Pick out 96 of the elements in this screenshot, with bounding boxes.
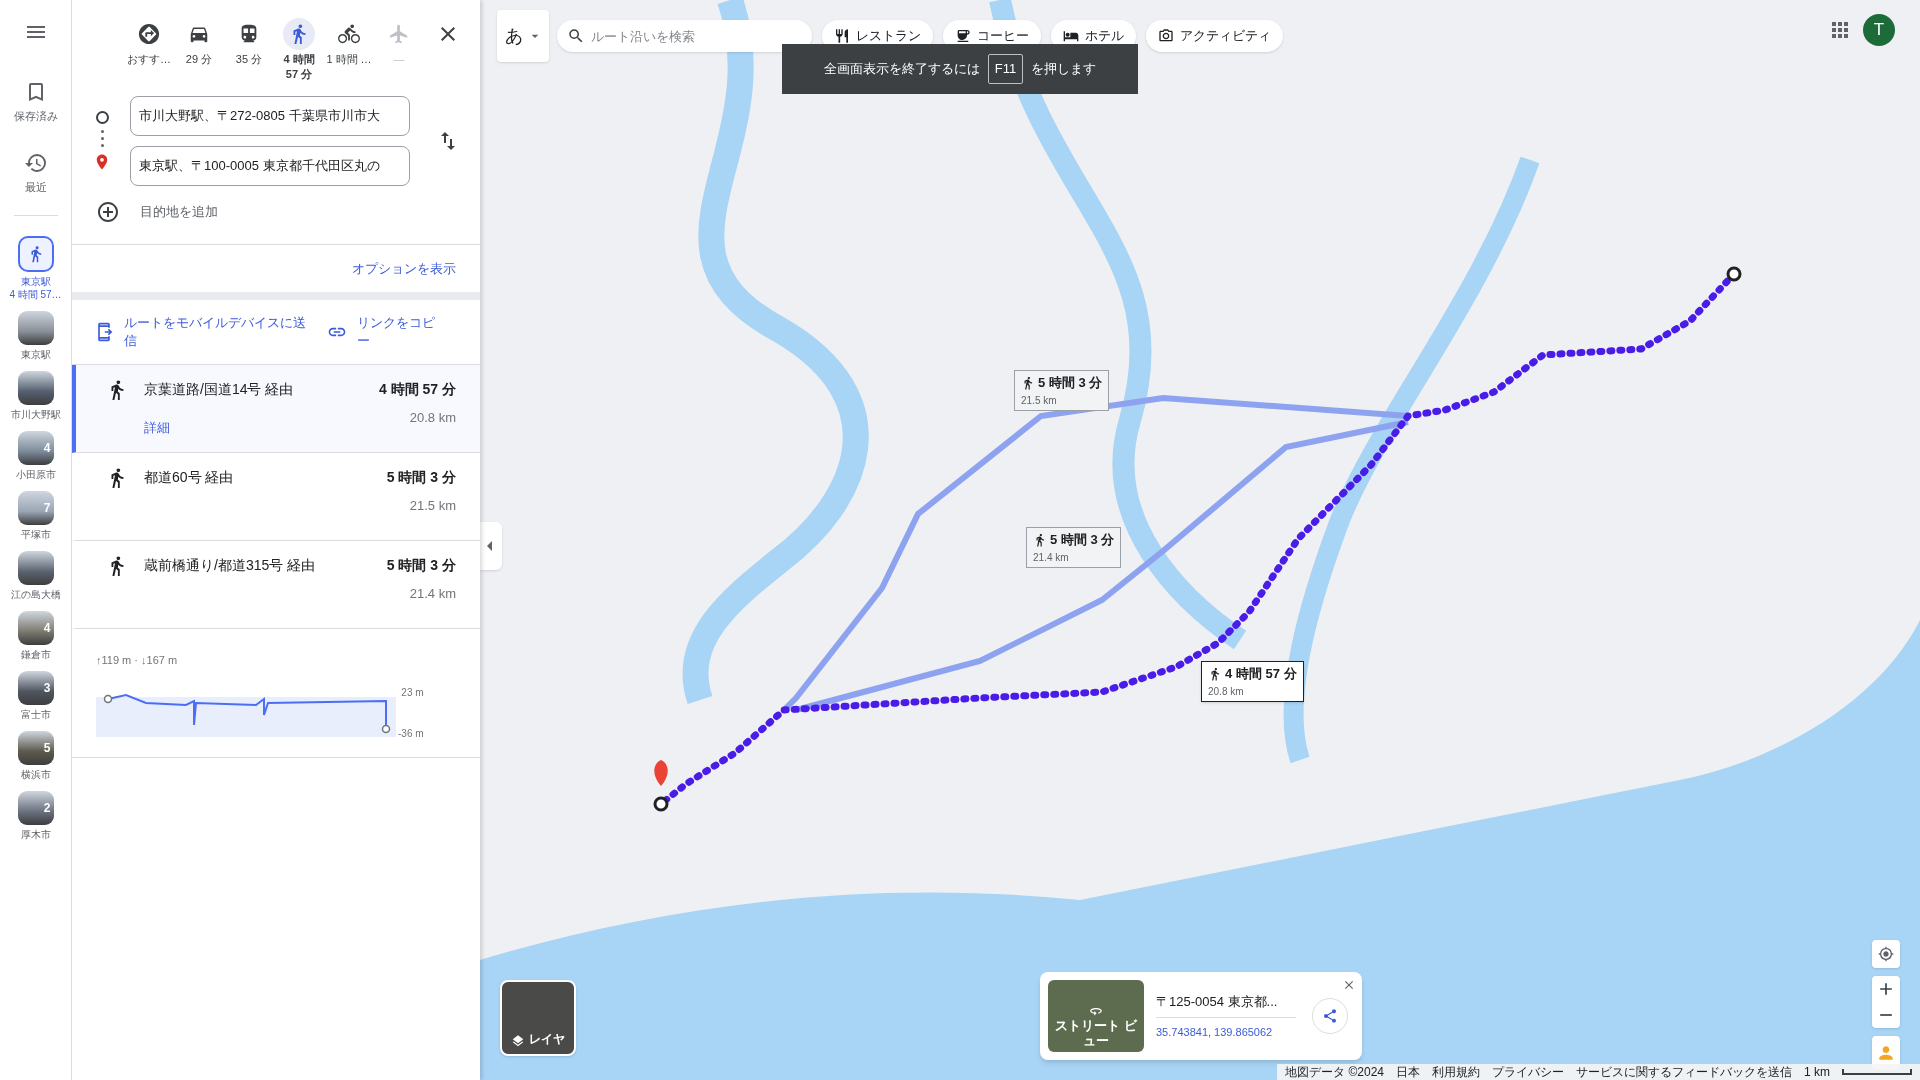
destination-field[interactable]: 東京駅、〒100-0005 東京都千代田区丸の xyxy=(130,146,410,186)
toast-text: を押します xyxy=(1031,60,1097,79)
route-label-duration: 5 時間 3 分 xyxy=(1050,531,1115,549)
place-thumbnail[interactable]: 5 xyxy=(17,731,54,765)
route-distance: 21.5 km xyxy=(409,497,456,515)
footer-link[interactable]: サービスに関するフィードバックを送信 xyxy=(1576,1063,1792,1080)
my-location-button[interactable] xyxy=(1872,940,1900,968)
route-via: 都道60号 経由 xyxy=(144,468,234,487)
recent-label[interactable]: 4 時間 57… xyxy=(9,288,62,301)
route-time-label[interactable]: 4 時間 57 分 20.8 km xyxy=(1201,661,1304,702)
travel-mode-tab[interactable]: 35 分 xyxy=(226,18,272,82)
recent-label[interactable]: 小田原市 xyxy=(15,468,56,481)
place-thumbnail[interactable] xyxy=(17,551,54,585)
send-to-mobile-link[interactable]: ルートをモバイルデバイスに送信 xyxy=(124,314,309,350)
scale-label[interactable]: 1 km xyxy=(1804,1063,1830,1080)
route-distance: 21.4 km xyxy=(409,585,456,603)
input-tool-button[interactable]: あ xyxy=(497,10,549,62)
airplane-icon xyxy=(388,23,410,45)
close-icon[interactable] xyxy=(1342,978,1356,992)
copy-link[interactable]: リンクをコピー xyxy=(357,314,447,350)
route-option[interactable]: 京葉道路/国道14号 経由 詳細 4 時間 57 分 20.8 km xyxy=(72,365,480,453)
fork-knife-icon xyxy=(834,28,850,44)
route-duration: 4 時間 57 分 xyxy=(378,380,456,399)
route-label-duration: 5 時間 3 分 xyxy=(1038,374,1103,392)
photo-count-label: 7 xyxy=(43,500,51,517)
dots-icon xyxy=(100,130,104,147)
route-via: 京葉道路/国道14号 経由 xyxy=(144,380,294,399)
coordinates-link[interactable]: 35.743841, 139.865062 xyxy=(1156,1024,1296,1041)
recent-label[interactable]: 市川大野駅 xyxy=(10,408,61,421)
place-thumbnail[interactable]: 3 xyxy=(17,671,54,705)
caret-left-icon xyxy=(487,541,492,551)
place-thumbnail[interactable] xyxy=(17,311,54,345)
elevation-max-label: 23 m xyxy=(401,686,424,700)
origin-field[interactable]: 市川大野駅、〒272-0805 千葉県市川市大 xyxy=(130,96,410,136)
layers-button[interactable]: レイヤ xyxy=(500,980,576,1056)
elevation-summary: ↑119 m · ↓167 m xyxy=(96,654,178,666)
category-chip[interactable]: アクティビティ xyxy=(1146,20,1283,52)
bicycle-icon xyxy=(338,23,360,45)
recent-label[interactable]: 東京駅 xyxy=(20,275,51,288)
travel-mode-tab[interactable]: 1 時間 … xyxy=(326,18,372,82)
place-thumbnail[interactable]: 2 xyxy=(17,791,54,825)
recent-route-tile[interactable] xyxy=(17,236,54,272)
search-icon xyxy=(567,27,585,45)
recent-label[interactable]: 東京駅 xyxy=(20,348,51,361)
route-option[interactable]: 都道60号 経由 5 時間 3 分 21.5 km xyxy=(72,453,480,541)
route-label-distance: 21.5 km xyxy=(1021,393,1058,408)
footer-link[interactable]: プライバシー xyxy=(1492,1063,1564,1080)
route-duration: 5 時間 3 分 xyxy=(386,468,456,487)
route-label-distance: 21.4 km xyxy=(1033,550,1070,565)
layers-icon xyxy=(511,1034,525,1048)
nav-label[interactable]: 保存済み xyxy=(13,108,58,125)
add-destination-link[interactable]: 目的地を追加 xyxy=(140,202,218,222)
route-search-field[interactable]: ルート沿いを検索 xyxy=(557,20,812,52)
footer-link[interactable]: 利用規約 xyxy=(1432,1063,1480,1080)
recent-label[interactable]: 鎌倉市 xyxy=(20,648,51,661)
share-icon xyxy=(1322,1008,1338,1024)
street-view-label: ストリート ビュー xyxy=(1054,1018,1138,1048)
photo-count-label: 4 xyxy=(43,440,51,457)
route-distance: 20.8 km xyxy=(409,409,456,427)
place-thumbnail[interactable]: 4 xyxy=(17,611,54,645)
photo-count-label: 2 xyxy=(43,800,51,817)
route-duration: 5 時間 3 分 xyxy=(386,556,456,575)
photo-count-label: 5 xyxy=(43,740,51,757)
f11-key: F11 xyxy=(987,54,1024,84)
recent-label[interactable]: 平塚市 xyxy=(20,528,51,541)
coffee-cup-icon xyxy=(955,28,971,44)
recent-label[interactable]: 横浜市 xyxy=(20,768,51,781)
location-target-icon xyxy=(1878,946,1894,962)
travel-mode-tab[interactable]: おすす… xyxy=(126,18,172,82)
photo-count-label: 3 xyxy=(43,680,51,697)
elevation-min-label: -36 m xyxy=(398,727,424,741)
camera-icon xyxy=(1158,28,1174,44)
diamond-arrow-icon xyxy=(138,23,160,45)
travel-mode-tab[interactable]: 4 時間 57 分 xyxy=(276,18,322,82)
photo-count-label: 4 xyxy=(43,620,51,637)
route-label-distance: 20.8 km xyxy=(1208,684,1245,699)
place-title: 〒125-0054 東京都... xyxy=(1156,991,1296,1018)
recent-label[interactable]: 江の島大橋 xyxy=(10,588,61,601)
travel-mode-tab[interactable]: 29 分 xyxy=(176,18,222,82)
toast-text: 全画面表示を終了するには xyxy=(823,60,980,79)
street-view-thumbnail[interactable]: ストリート ビュー xyxy=(1048,980,1144,1052)
nav-label[interactable]: 最近 xyxy=(24,178,47,195)
route-via: 蔵前橋通り/都道315号 経由 xyxy=(144,556,316,575)
recent-label[interactable]: 富士市 xyxy=(20,708,51,721)
options-link[interactable]: オプションを表示 xyxy=(352,258,456,279)
details-link[interactable]: 詳細 xyxy=(144,418,294,438)
recent-label[interactable]: 厚木市 xyxy=(20,828,51,841)
route-label-duration: 4 時間 57 分 xyxy=(1225,665,1297,683)
route-option[interactable]: 蔵前橋通り/都道315号 経由 5 時間 3 分 21.4 km xyxy=(72,541,480,629)
destination-pin-icon xyxy=(654,760,668,786)
bed-icon xyxy=(1063,28,1079,44)
place-thumbnail[interactable] xyxy=(17,371,54,405)
route-time-label[interactable]: 5 時間 3 分 21.4 km xyxy=(1026,527,1122,568)
footer-link[interactable]: 日本 xyxy=(1396,1063,1420,1080)
scale-bar xyxy=(1842,1069,1912,1075)
route-time-label[interactable]: 5 時間 3 分 21.5 km xyxy=(1014,370,1110,411)
